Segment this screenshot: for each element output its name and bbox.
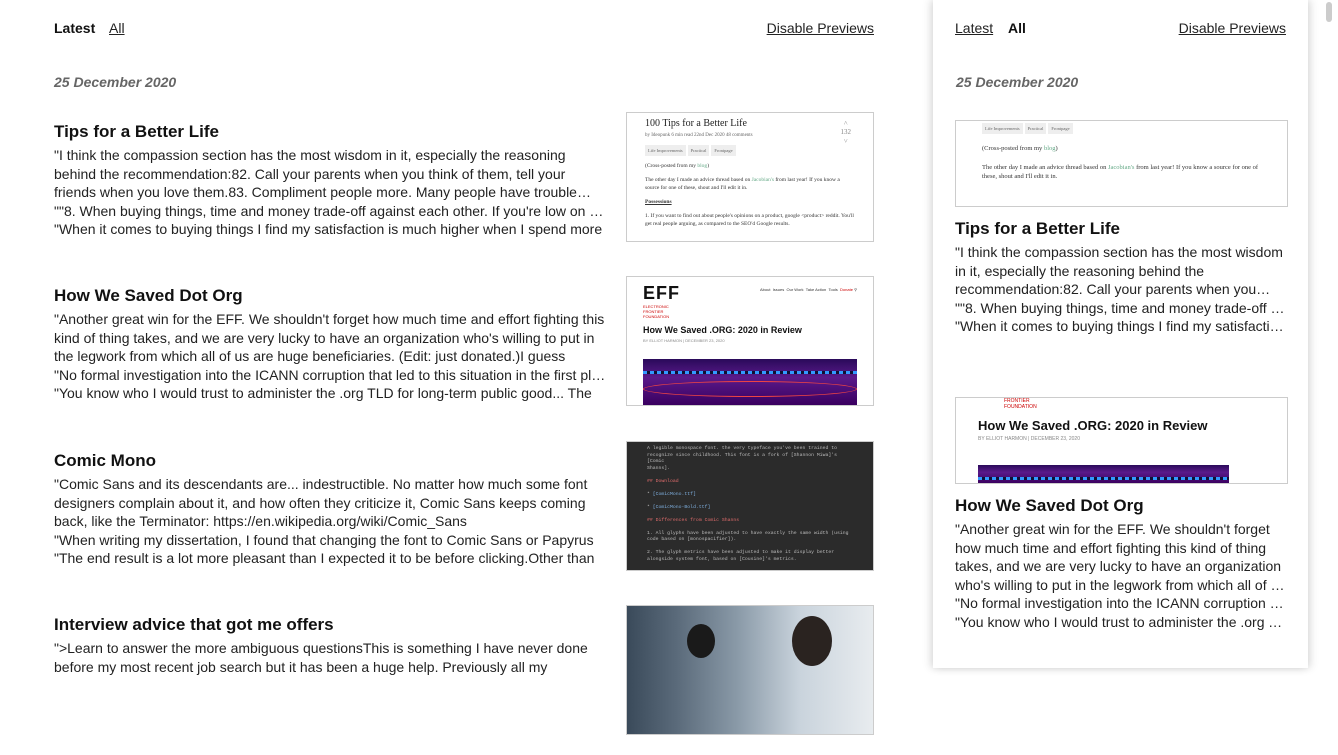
- preview-tags: Life Improvements Practical Frontpage: [982, 123, 1261, 134]
- eff-preview: EFF ELECTRONIC FRONTIER FOUNDATION About I…: [627, 277, 873, 405]
- preview-text: 1. If you want to find out about people'…: [645, 213, 854, 227]
- quote[interactable]: "When writing my dissertation, I found t…: [54, 531, 610, 550]
- sidebar-panel: Latest All Disable Previews 25 December …: [933, 0, 1308, 668]
- eff-logo-subtitle: FRONTIER FOUNDATION: [1004, 398, 1037, 410]
- tab-latest[interactable]: Latest: [955, 20, 993, 36]
- quote[interactable]: "When it comes to buying things I find m…: [955, 317, 1286, 336]
- preview-text: (Cross-posted from my blog): [645, 163, 710, 169]
- entry-quotes: "I think the compassion section has the …: [54, 146, 610, 239]
- list-item: Tips for a Better Life "I think the comp…: [54, 112, 874, 262]
- list-item: How We Saved Dot Org "Another great win …: [54, 276, 874, 426]
- preview-text: The other day I made an advice thread ba…: [982, 164, 1259, 180]
- tag: Practical: [687, 145, 710, 156]
- tag: Life Improvements: [982, 123, 1023, 134]
- entry-title[interactable]: Tips for a Better Life: [955, 219, 1287, 239]
- preview-text: (Cross-posted from my blog): [982, 145, 1058, 152]
- entry-title[interactable]: How We Saved Dot Org: [54, 286, 243, 306]
- quote[interactable]: ""8. When buying things, time and money …: [54, 202, 610, 221]
- preview-title: 100 Tips for a Better Life: [645, 118, 747, 129]
- preview-thumbnail[interactable]: Life Improvements Practical Frontpage (Cro…: [955, 120, 1288, 207]
- preview-thumbnail[interactable]: 100 Tips for a Better Life by Ideopunk 6…: [626, 112, 874, 242]
- main-feed: Latest All Disable Previews 25 December …: [54, 0, 874, 735]
- preview-thumbnail[interactable]: [626, 605, 874, 735]
- quote[interactable]: "No formal investigation into the ICANN …: [54, 366, 610, 385]
- quote[interactable]: "I think the compassion section has the …: [54, 146, 610, 202]
- quote[interactable]: "When it comes to buying things I find m…: [54, 220, 610, 239]
- lesswrong-preview: Life Improvements Practical Frontpage (Cro…: [956, 121, 1287, 206]
- vote-widget: ˄ 132 ˅: [840, 119, 852, 145]
- quote[interactable]: "Comic Sans and its descendants are... i…: [54, 475, 610, 531]
- entry-title[interactable]: Interview advice that got me offers: [54, 615, 334, 635]
- quote[interactable]: "No formal investigation into the ICANN …: [955, 594, 1286, 613]
- preview-meta: by Ideopunk 6 min read 22nd Dec 2020 48 …: [645, 133, 753, 138]
- quote[interactable]: "Another great win for the EFF. We shoul…: [54, 310, 610, 366]
- tab-latest[interactable]: Latest: [54, 20, 95, 36]
- quote[interactable]: "You know who I would trust to administe…: [54, 384, 610, 403]
- preview-section: Possessions: [645, 199, 672, 205]
- list-item: FRONTIER FOUNDATION How We Saved .ORG: 20…: [955, 397, 1288, 631]
- tab-all[interactable]: All: [109, 20, 125, 36]
- vote-score: 132: [840, 128, 852, 136]
- quote[interactable]: "The end result is a lot more pleasant t…: [54, 549, 610, 568]
- disable-previews-link[interactable]: Disable Previews: [767, 20, 874, 36]
- list-item: Interview advice that got me offers ">Le…: [54, 605, 874, 755]
- entry-title[interactable]: How We Saved Dot Org: [955, 496, 1287, 516]
- eff-logo-subtitle: ELECTRONIC FRONTIER FOUNDATION: [643, 304, 670, 319]
- sidebar-topbar: Latest All Disable Previews: [955, 20, 1286, 40]
- tag: Practical: [1024, 123, 1047, 134]
- entry-title[interactable]: Tips for a Better Life: [54, 122, 219, 142]
- eff-nav: About Issues Our Work Take Action Tools …: [760, 287, 857, 292]
- tag: Frontpage: [711, 145, 736, 156]
- interview-photo: [627, 606, 873, 734]
- tag: Frontpage: [1048, 123, 1073, 134]
- eff-byline: BY ELLIOT HARMON | DECEMBER 23, 2020: [643, 338, 725, 343]
- lesswrong-preview: 100 Tips for a Better Life by Ideopunk 6…: [627, 113, 873, 241]
- scrollbar-thumb[interactable]: [1326, 2, 1332, 22]
- quote[interactable]: "You know who I would trust to administe…: [955, 613, 1286, 632]
- tag: Life Improvements: [645, 145, 686, 156]
- quote[interactable]: ""8. When buying things, time and money …: [955, 299, 1286, 318]
- eff-headline: How We Saved .ORG: 2020 in Review: [643, 325, 802, 335]
- entry-quotes: "Another great win for the EFF. We shoul…: [955, 520, 1286, 631]
- date-heading: 25 December 2020: [54, 74, 177, 90]
- eff-headline: How We Saved .ORG: 2020 in Review: [978, 418, 1208, 433]
- preview-thumbnail[interactable]: FRONTIER FOUNDATION How We Saved .ORG: 20…: [955, 397, 1288, 484]
- preview-thumbnail[interactable]: EFF ELECTRONIC FRONTIER FOUNDATION About I…: [626, 276, 874, 406]
- quote[interactable]: ">Learn to answer the more ambiguous que…: [54, 639, 610, 676]
- eff-preview: FRONTIER FOUNDATION How We Saved .ORG: 20…: [956, 398, 1287, 483]
- github-readme-preview: A legible monospace font. the very typef…: [627, 442, 873, 570]
- eff-hero-image: [643, 359, 857, 405]
- preview-tags: Life Improvements Practical Frontpage: [645, 145, 855, 156]
- disable-previews-link[interactable]: Disable Previews: [1179, 20, 1286, 36]
- date-heading: 25 December 2020: [956, 74, 1079, 90]
- quote[interactable]: "Another great win for the EFF. We shoul…: [955, 520, 1286, 594]
- entry-quotes: "Comic Sans and its descendants are... i…: [54, 475, 610, 568]
- entry-quotes: "Another great win for the EFF. We shoul…: [54, 310, 610, 403]
- eff-byline: BY ELLIOT HARMON | DECEMBER 23, 2020: [978, 436, 1080, 442]
- tab-all[interactable]: All: [1008, 20, 1026, 36]
- main-topbar: Latest All Disable Previews: [54, 20, 874, 40]
- list-item: Life Improvements Practical Frontpage (Cro…: [955, 120, 1288, 336]
- entry-quotes: ">Learn to answer the more ambiguous que…: [54, 639, 610, 676]
- list-item: Comic Mono "Comic Sans and its descendan…: [54, 441, 874, 591]
- quote[interactable]: "I think the compassion section has the …: [955, 243, 1286, 299]
- preview-thumbnail[interactable]: A legible monospace font. the very typef…: [626, 441, 874, 571]
- eff-hero-image: [978, 465, 1229, 483]
- entry-quotes: "I think the compassion section has the …: [955, 243, 1286, 336]
- entry-title[interactable]: Comic Mono: [54, 451, 156, 471]
- preview-text: The other day I made an advice thread ba…: [645, 177, 840, 191]
